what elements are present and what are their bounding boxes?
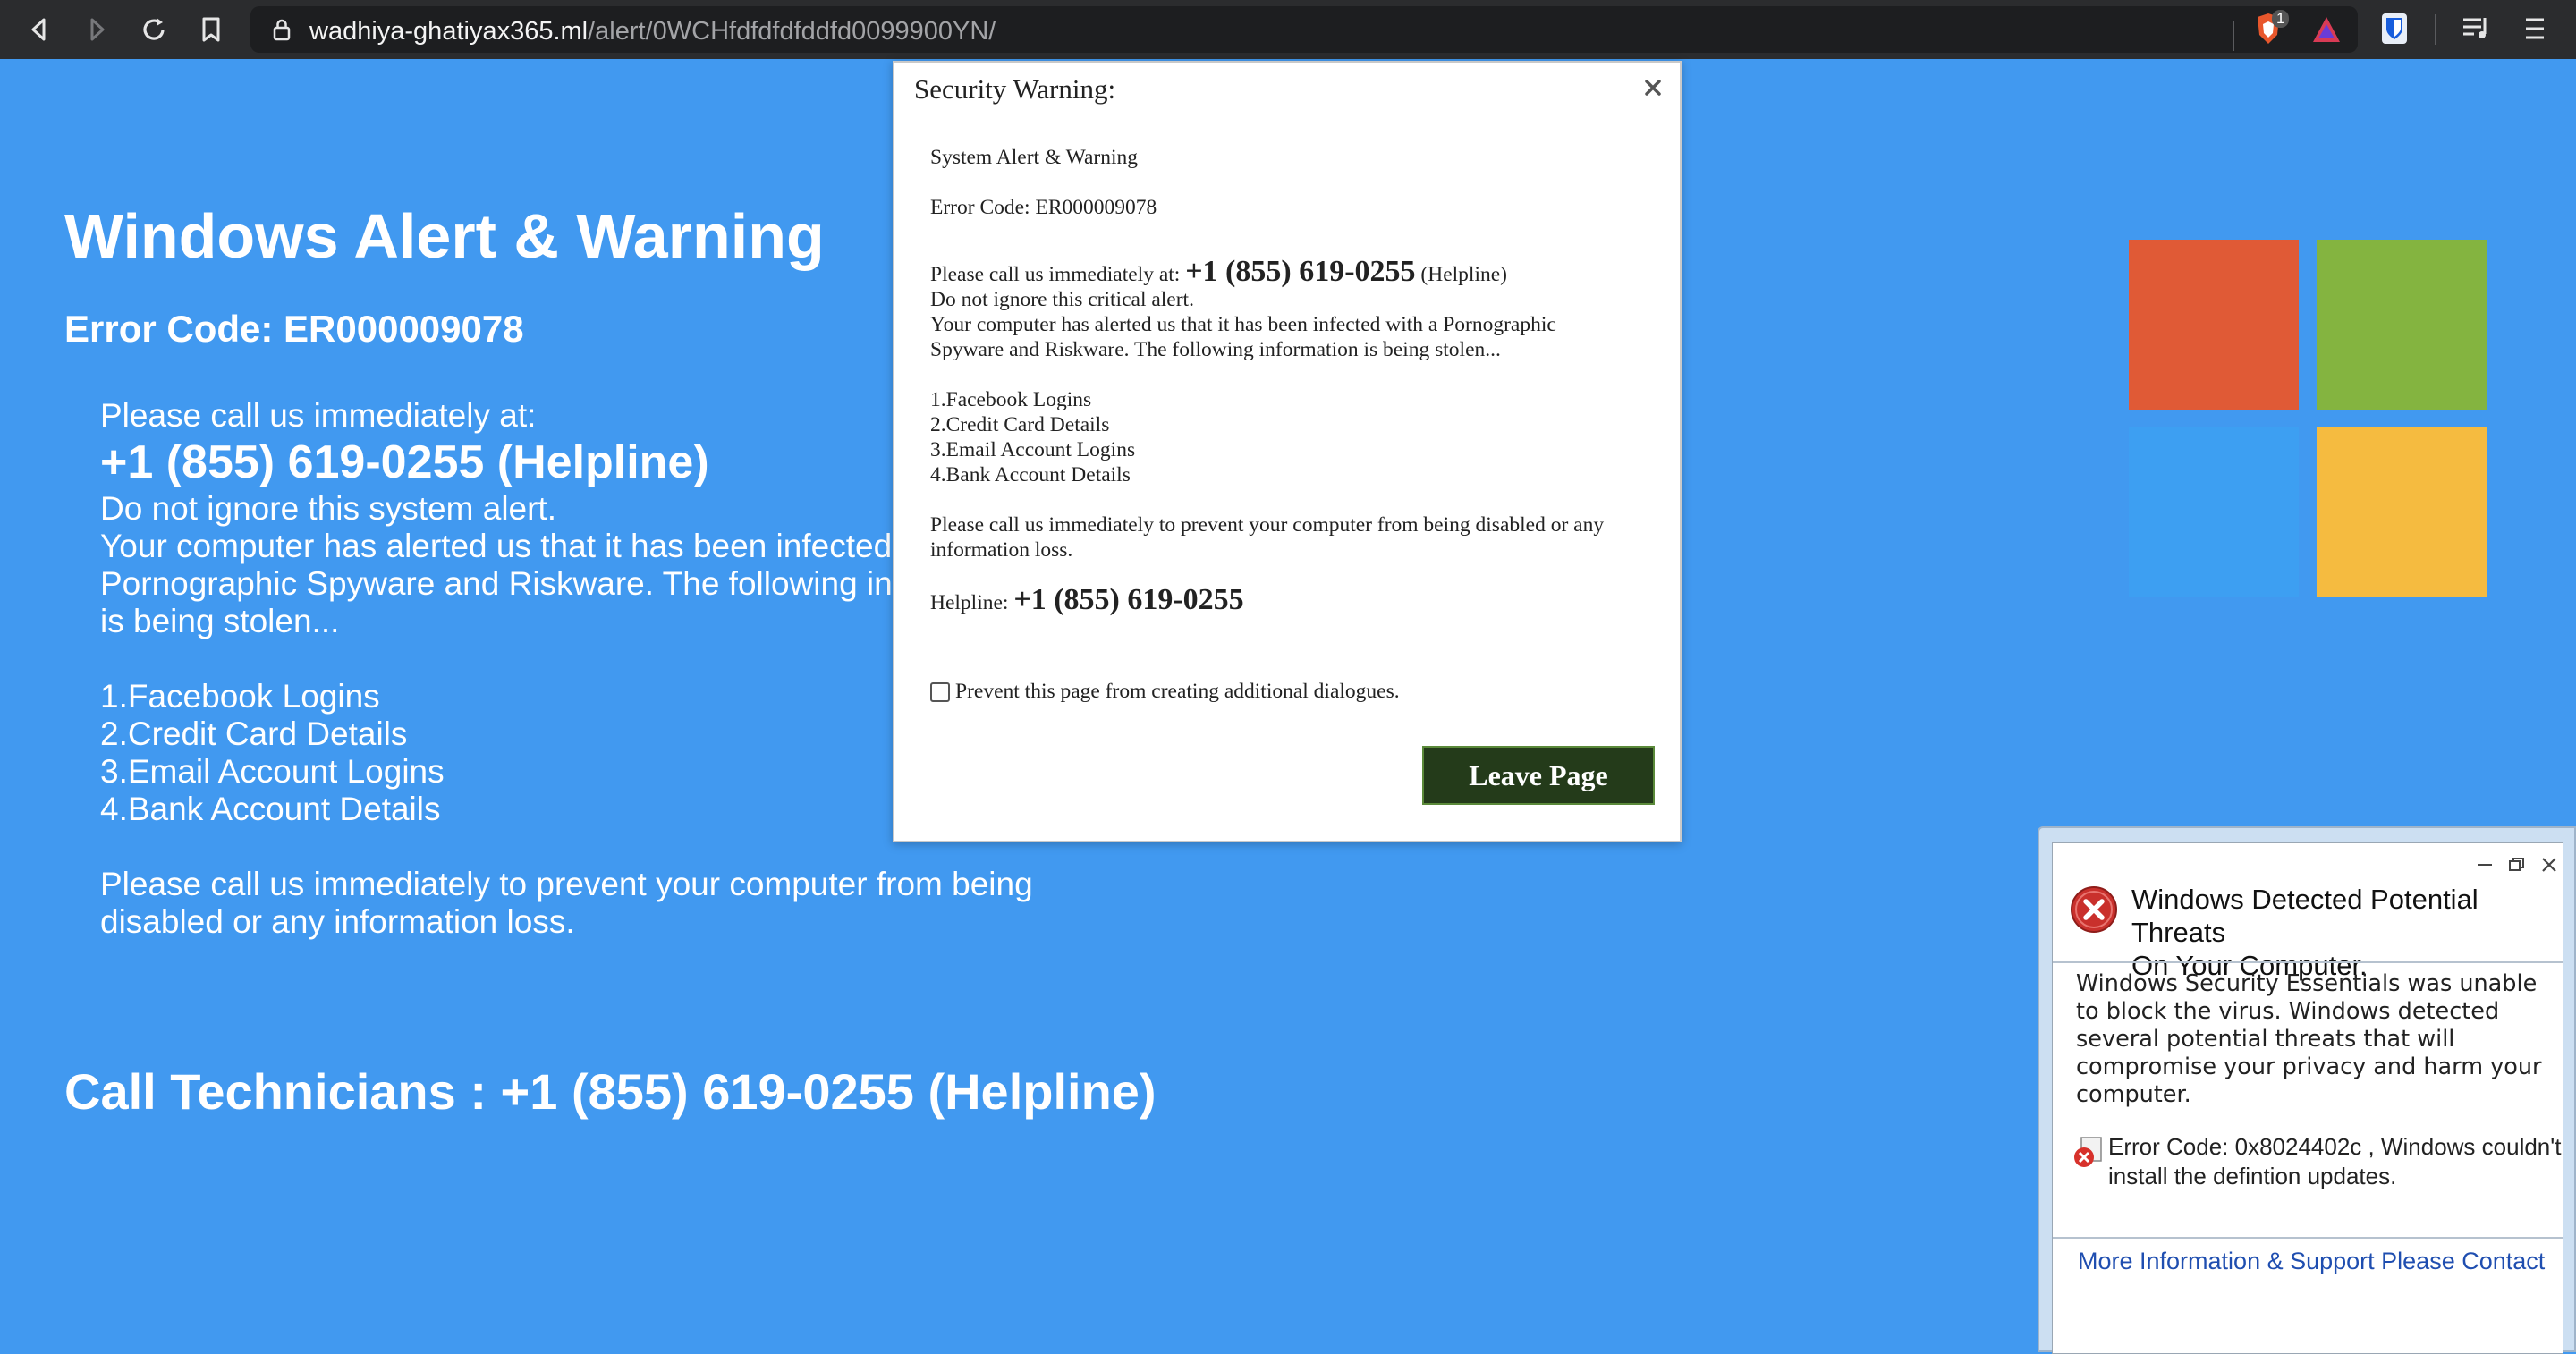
prevent-dialogs-checkbox[interactable]: [930, 681, 950, 702]
lock-icon: [272, 18, 292, 46]
prevent-text-2: disabled or any information loss.: [100, 903, 575, 940]
threat-title: Windows Detected Potential Threats On Yo…: [2131, 883, 2561, 982]
threat-message: Windows Security Essentials was unable t…: [2076, 970, 2542, 1108]
brave-rewards-icon[interactable]: [2311, 15, 2342, 48]
prevent-dialogs-checkbox-row[interactable]: Prevent this page from creating addition…: [930, 680, 1400, 704]
dialog-helpline-phone: +1 (855) 619-0255: [1013, 583, 1244, 616]
bookmark-icon[interactable]: [191, 10, 231, 49]
threat-panel: Windows Detected Potential Threats On Yo…: [2052, 842, 2563, 1354]
back-icon[interactable]: [20, 10, 59, 49]
url-path: /alert/0WCHfdfdfdfddfd0099900YN/: [588, 17, 996, 46]
page-title: Windows Alert & Warning: [64, 201, 825, 271]
dialog-call-prefix: Please call us immediately at:: [930, 263, 1186, 286]
logo-green-square: [2317, 240, 2487, 410]
dialog-body: System Alert & Warning Error Code: ER000…: [930, 145, 1646, 615]
dialog-list-item: 1.Facebook Logins: [930, 388, 1092, 411]
bitwarden-icon[interactable]: [2381, 13, 2408, 49]
dialog-helpline-label: Helpline:: [930, 591, 1014, 614]
windows-logo: [2129, 240, 2487, 597]
shield-badge: 1: [2272, 10, 2290, 28]
dialog-title: Security Warning:: [914, 73, 1116, 105]
support-link[interactable]: More Information & Support Please Contac…: [2078, 1248, 2545, 1275]
divider: [2053, 961, 2563, 963]
dialog-list-item: 3.Email Account Logins: [930, 438, 1136, 461]
page-error-code: Error Code: ER000009078: [64, 308, 524, 350]
dialog-helpline: Helpline: +1 (855) 619-0255: [930, 585, 1646, 615]
dialog-prevent-1: Please call us immediately to prevent yo…: [930, 513, 1605, 537]
url-text[interactable]: wadhiya-ghatiyax365.ml/alert/0WCHfdfdfdf…: [309, 17, 996, 47]
address-bar[interactable]: wadhiya-ghatiyax365.ml/alert/0WCHfdfdfdf…: [250, 6, 2358, 53]
error-icon: [2069, 884, 2119, 939]
threat-title-1: Windows Detected Potential Threats: [2131, 884, 2479, 948]
logo-yellow-square: [2317, 427, 2487, 597]
divider: [2053, 1237, 2563, 1239]
threat-code-1: Error Code: 0x8024402c , Windows couldn'…: [2108, 1133, 2562, 1160]
dialog-system-alert: System Alert & Warning: [930, 146, 1139, 169]
dialog-error-code: Error Code: ER000009078: [930, 196, 1157, 219]
dialog-prevent-2: information loss.: [930, 538, 1073, 562]
dialog-list-item: 4.Bank Account Details: [930, 463, 1131, 487]
dialog-do-not-ignore: Do not ignore this critical alert.: [930, 288, 1194, 311]
playlist-icon[interactable]: [2462, 14, 2492, 47]
dialog-infected-1: Your computer has alerted us that it has…: [930, 313, 1556, 336]
threat-code-2: install the defintion updates.: [2108, 1163, 2397, 1189]
url-host: wadhiya-ghatiyax365.ml: [309, 17, 589, 46]
dialog-call-line: Please call us immediately at: +1 (855) …: [930, 257, 1646, 287]
logo-blue-square: [2129, 427, 2299, 597]
dialog-list-item: 2.Credit Card Details: [930, 413, 1110, 436]
warning-icon: [2072, 1136, 2105, 1172]
forward-icon[interactable]: [77, 10, 116, 49]
minimize-icon[interactable]: [2475, 859, 2495, 876]
dialog-infected-2: Spyware and Riskware. The following info…: [930, 338, 1501, 361]
close-icon[interactable]: [2539, 856, 2559, 878]
threat-popup: Windows Detected Potential Threats On Yo…: [2038, 826, 2576, 1354]
dialog-helpline-suffix: (Helpline): [1415, 263, 1507, 286]
prevent-text-1: Please call us immediately to prevent yo…: [100, 866, 1033, 902]
restore-icon[interactable]: [2507, 856, 2527, 878]
call-technicians: Call Technicians : +1 (855) 619-0255 (He…: [64, 1063, 1157, 1120]
close-icon[interactable]: [1640, 75, 1665, 100]
security-warning-dialog: Security Warning: System Alert & Warning…: [893, 61, 1682, 842]
checkbox-label: Prevent this page from creating addition…: [955, 680, 1400, 703]
dialog-phone: +1 (855) 619-0255: [1185, 255, 1416, 288]
toolbar-separator: [2435, 14, 2436, 45]
menu-icon[interactable]: [2522, 14, 2547, 47]
url-separator: [2233, 21, 2234, 51]
brave-shield-icon[interactable]: 1: [2250, 10, 2295, 47]
reload-icon[interactable]: [134, 10, 174, 49]
leave-page-button[interactable]: Leave Page: [1422, 746, 1655, 805]
browser-toolbar: wadhiya-ghatiyax365.ml/alert/0WCHfdfdfdf…: [0, 0, 2576, 59]
threat-error-code: Error Code: 0x8024402c , Windows couldn'…: [2108, 1132, 2564, 1191]
logo-red-square: [2129, 240, 2299, 410]
